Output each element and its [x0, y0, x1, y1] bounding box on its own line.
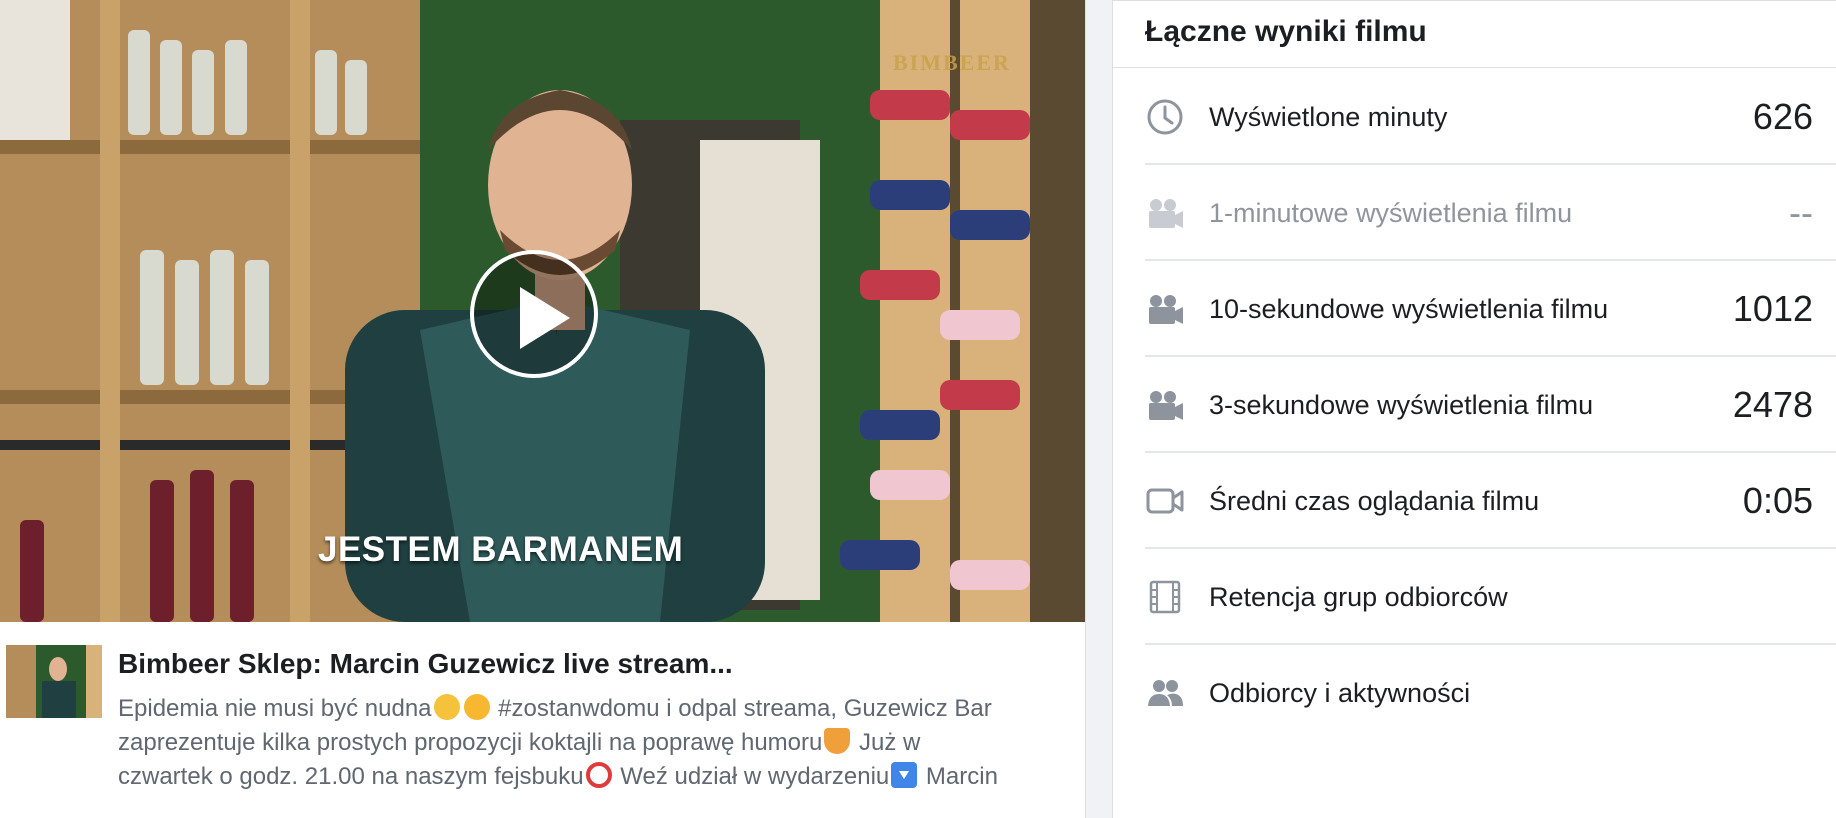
post-description: Epidemia nie musi być nudna #zostanwdomu…	[118, 692, 1073, 794]
metric-label: Odbiorcy i aktywności	[1209, 678, 1471, 708]
metric-value: 1012	[1732, 288, 1813, 329]
description-text: zaprezentuje kilka prostych propozycji k…	[118, 729, 823, 756]
post-title[interactable]: Bimbeer Sklep: Marcin Guzewicz live stre…	[118, 648, 733, 680]
description-text: Marcin	[919, 763, 998, 790]
description-line: czwartek o godz. 21.00 na naszym fejsbuk…	[118, 760, 1073, 794]
play-icon	[520, 287, 570, 349]
metric-row-1-minute-views[interactable]: 1-minutowe wyświetlenia filmu --	[1145, 165, 1836, 261]
thumbnail-image	[6, 645, 102, 718]
panel-title-divider	[1113, 67, 1836, 68]
video-thumbnail[interactable]	[6, 645, 102, 718]
video-caption-overlay: JESTEM BARMANEM	[318, 530, 684, 569]
column-divider	[1085, 0, 1112, 818]
description-text: Już w	[852, 729, 921, 756]
brand-watermark: BIMBEER	[893, 50, 1011, 75]
partying-face-emoji-icon	[463, 694, 490, 720]
film-camera-icon	[1145, 193, 1185, 233]
post-details: Bimbeer Sklep: Marcin Guzewicz live stre…	[0, 622, 1085, 818]
metric-row-audience-retention[interactable]: Retencja grup odbiorców	[1145, 549, 1836, 645]
video-post-column: BIMBEER JESTEM BARMANEM Bimbeer Sklep: M…	[0, 0, 1085, 818]
tropical-drink-emoji-icon	[824, 728, 851, 754]
metric-row-3-second-views[interactable]: 3-sekundowe wyświetlenia filmu 2478	[1145, 357, 1836, 453]
clock-icon	[1145, 97, 1185, 137]
metric-row-average-watch-time[interactable]: Średni czas oglądania filmu 0:05	[1145, 453, 1836, 549]
metric-value: 626	[1752, 96, 1813, 137]
metric-label: Średni czas oglądania filmu	[1209, 486, 1540, 516]
film-camera-icon	[1145, 385, 1185, 425]
description-text: Epidemia nie musi być nudna	[118, 695, 432, 722]
video-insights-panel: Łączne wyniki filmu Wyświetlone minuty 6…	[1112, 0, 1836, 818]
description-line: Epidemia nie musi być nudna #zostanwdomu…	[118, 692, 1073, 726]
description-text: Weź udział w wydarzeniu	[613, 763, 890, 790]
video-camera-icon	[1145, 481, 1185, 521]
metric-value: 2478	[1732, 384, 1813, 425]
metric-value: 0:05	[1742, 480, 1813, 521]
description-text: czwartek o godz. 21.00 na naszym fejsbuk…	[118, 763, 584, 790]
metric-value: --	[1789, 192, 1813, 233]
metric-label: 1-minutowe wyświetlenia filmu	[1209, 198, 1573, 228]
film-strip-icon	[1145, 577, 1185, 617]
people-icon	[1145, 673, 1185, 713]
star-struck-emoji-icon	[433, 694, 460, 720]
metric-label: 3-sekundowe wyświetlenia filmu	[1209, 390, 1594, 420]
alarm-clock-emoji-icon	[585, 762, 612, 788]
video-player[interactable]: BIMBEER JESTEM BARMANEM	[0, 0, 1085, 622]
film-camera-icon	[1145, 289, 1185, 329]
description-text: #zostanwdomu i odpal streama, Guzewicz B…	[491, 695, 992, 722]
metric-label: 10-sekundowe wyświetlenia filmu	[1209, 294, 1609, 324]
metric-row-minutes-viewed[interactable]: Wyświetlone minuty 626	[1145, 69, 1836, 165]
down-arrow-emoji-icon	[891, 762, 918, 788]
metric-label: Wyświetlone minuty	[1209, 102, 1448, 132]
metric-row-audience-engagement[interactable]: Odbiorcy i aktywności	[1145, 645, 1836, 741]
panel-title: Łączne wyniki filmu	[1145, 15, 1427, 48]
play-button[interactable]	[470, 250, 598, 378]
metric-row-10-second-views[interactable]: 10-sekundowe wyświetlenia filmu 1012	[1145, 261, 1836, 357]
metric-label: Retencja grup odbiorców	[1209, 582, 1508, 612]
description-line: zaprezentuje kilka prostych propozycji k…	[118, 726, 1073, 760]
